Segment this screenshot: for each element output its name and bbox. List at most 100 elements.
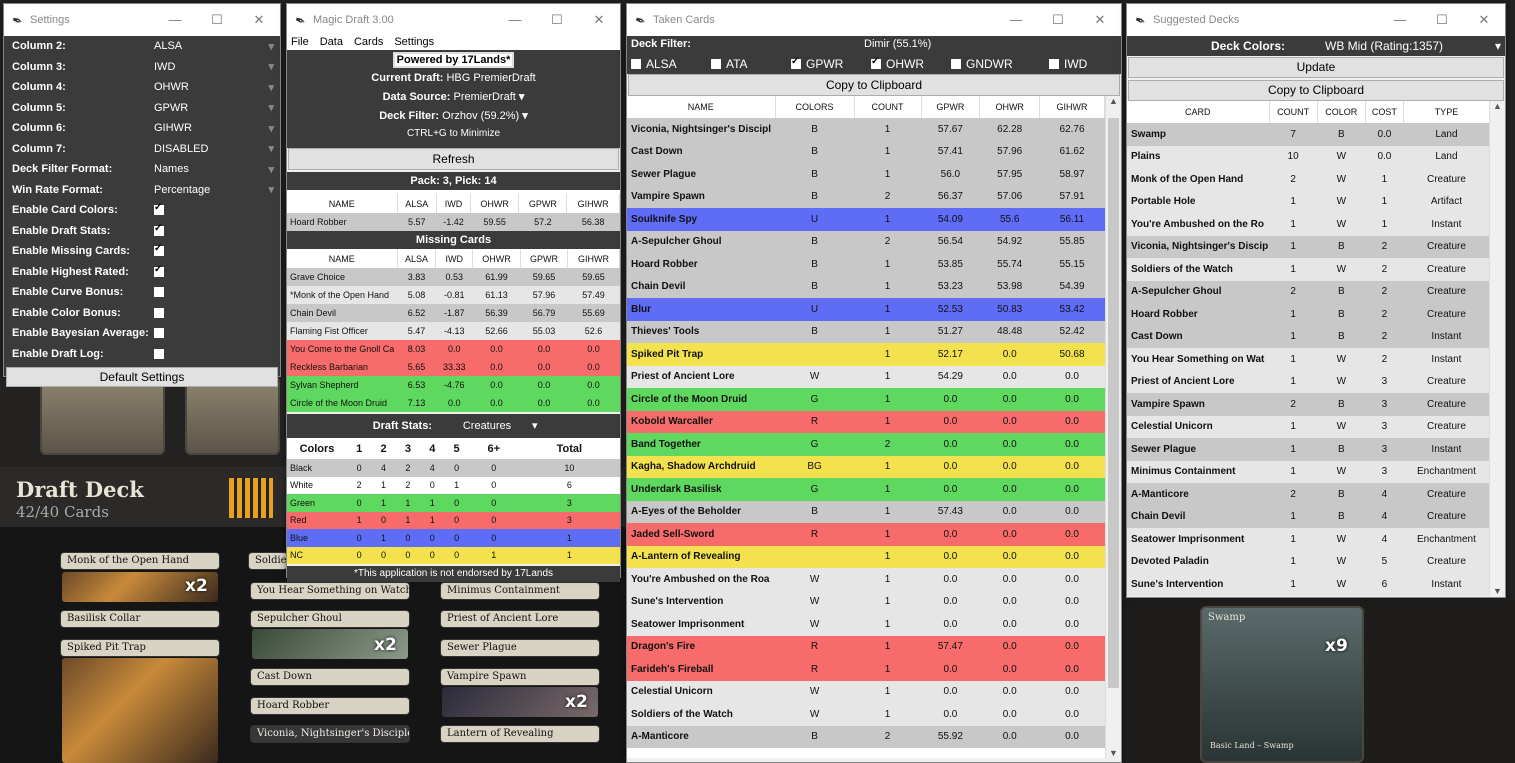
table-row[interactable]: White 2 1 2 0 1 0 6 [287, 476, 620, 494]
deck-card-strip[interactable]: Basilisk Collar [60, 610, 220, 628]
table-row[interactable]: Sune's Intervention 1 W 6 Instant [1127, 573, 1490, 596]
table-row[interactable]: Cast Down B 1 57.41 57.96 61.62 [627, 140, 1105, 163]
table-row[interactable]: Farideh's Fireball R 1 0.0 0.0 0.0 [627, 658, 1105, 681]
toggle-checkbox[interactable] [1049, 59, 1059, 69]
table-row[interactable]: Priest of Ancient Lore 1 W 3 Creature [1127, 370, 1490, 393]
column-header[interactable]: ALSA [397, 194, 438, 213]
deck-card-strip[interactable]: Hoard Robber [250, 697, 410, 715]
deck-card-strip[interactable]: Viconia, Nightsinger's Disciple [250, 725, 410, 743]
deck-card-strip[interactable]: Spiked Pit Trap [60, 639, 220, 657]
table-row[interactable]: Spiked Pit Trap 1 52.17 0.0 50.68 [627, 343, 1105, 366]
table-row[interactable]: You Hear Something on Wat 1 W 2 Instant [1127, 348, 1490, 371]
setting-select[interactable]: Percentage [154, 184, 268, 196]
scrollbar[interactable]: ▲ ▼ [1105, 96, 1121, 758]
table-row[interactable]: Hoard Robber B 1 53.85 55.74 55.15 [627, 253, 1105, 276]
column-header[interactable]: IWD [435, 249, 474, 268]
scroll-up-icon[interactable]: ▲ [1490, 101, 1505, 111]
table-row[interactable]: Band Together G 2 0.0 0.0 0.0 [627, 433, 1105, 456]
setting-checkbox[interactable] [154, 243, 164, 257]
column-header[interactable]: IWD [436, 194, 471, 213]
column-header[interactable]: COST [1365, 101, 1404, 123]
setting-checkbox[interactable] [154, 202, 164, 216]
column-header[interactable]: OHWR [979, 96, 1041, 118]
column-header[interactable]: 3 [395, 438, 421, 459]
column-header[interactable]: 2 [371, 438, 396, 459]
table-row[interactable]: Kobold Warcaller R 1 0.0 0.0 0.0 [627, 410, 1105, 433]
table-row[interactable]: Red 1 0 1 1 0 0 3 [287, 511, 620, 529]
taken-deck-filter-select[interactable]: Dimir (55.1%) [864, 38, 931, 50]
menu-cards[interactable]: Cards [354, 36, 383, 50]
toggle-checkbox[interactable] [631, 59, 641, 69]
deck-card-strip[interactable]: Monk of the Open Hand [60, 552, 220, 570]
table-row[interactable]: Hoard Robber 5.57 -1.42 59.55 57.2 56.38 [287, 213, 620, 231]
menu-data[interactable]: Data [320, 36, 343, 50]
deck-card-strip[interactable]: Soldiers [248, 552, 288, 570]
table-row[interactable]: A-Sepulcher Ghoul 2 B 2 Creature [1127, 280, 1490, 303]
column-header[interactable]: COUNT [854, 96, 922, 118]
table-row[interactable]: A-Sepulcher Ghoul B 2 56.54 54.92 55.85 [627, 230, 1105, 253]
table-row[interactable]: You're Ambushed on the Roa W 1 0.0 0.0 0.0 [627, 568, 1105, 591]
table-row[interactable]: Grave Choice 3.83 0.53 61.99 59.65 59.65 [287, 268, 620, 286]
table-row[interactable]: Thieves' Tools B 1 51.27 48.48 52.42 [627, 320, 1105, 343]
setting-checkbox[interactable] [154, 348, 164, 359]
table-row[interactable]: Kagha, Shadow Archdruid BG 1 0.0 0.0 0.0 [627, 455, 1105, 478]
setting-select[interactable]: ALSA [154, 40, 268, 52]
table-row[interactable]: A-Eyes of the Beholder B 1 57.43 0.0 0.0 [627, 500, 1105, 523]
column-header[interactable]: COLORS [775, 96, 855, 118]
table-row[interactable]: Soldiers of the Watch 1 W 2 Creature [1127, 258, 1490, 281]
table-row[interactable]: Vampire Spawn 2 B 3 Creature [1127, 393, 1490, 416]
table-row[interactable]: Celestial Unicorn W 1 0.0 0.0 0.0 [627, 680, 1105, 703]
deck-card-strip[interactable]: Priest of Ancient Lore [440, 610, 600, 628]
column-toggle[interactable]: OHWR [871, 56, 951, 71]
column-header[interactable]: NAME [627, 96, 776, 118]
table-row[interactable]: Monk of the Open Hand 2 W 1 Creature [1127, 168, 1490, 191]
swamp-card[interactable] [1200, 606, 1364, 763]
setting-select[interactable]: Names [154, 163, 268, 175]
toggle-checkbox[interactable] [711, 59, 721, 69]
table-row[interactable]: Plains 10 W 0.0 Land [1127, 145, 1490, 168]
column-toggle[interactable]: ATA [711, 57, 791, 71]
deck-card-strip[interactable]: Cast Down [250, 668, 410, 686]
suggested-titlebar[interactable]: ✒ Suggested Decks — ☐ ✕ [1127, 4, 1505, 36]
column-header[interactable]: NAME [287, 194, 398, 213]
table-row[interactable]: Circle of the Moon Druid 7.13 0.0 0.0 0.0 0.0 [287, 394, 620, 412]
scrollbar[interactable]: ▲ ▼ [1489, 101, 1505, 596]
table-row[interactable]: Chain Devil 1 B 4 Creature [1127, 505, 1490, 528]
table-row[interactable]: Blur U 1 52.53 50.83 53.42 [627, 298, 1105, 321]
deck-card-strip[interactable]: Sewer Plague [440, 639, 600, 657]
table-row[interactable]: Celestial Unicorn 1 W 3 Creature [1127, 415, 1490, 438]
column-header[interactable]: Total [518, 438, 620, 459]
close-icon[interactable]: ✕ [1463, 4, 1505, 36]
table-row[interactable]: NC 0 0 0 0 0 1 1 [287, 546, 620, 564]
column-header[interactable]: TYPE [1403, 101, 1491, 123]
column-header[interactable]: 6+ [468, 438, 519, 459]
table-row[interactable]: Minimus Containment 1 W 3 Enchantment [1127, 460, 1490, 483]
column-header[interactable]: COLOR [1317, 101, 1366, 123]
setting-checkbox[interactable] [154, 223, 164, 236]
setting-select[interactable]: GPWR [154, 102, 268, 114]
table-row[interactable]: You Come to the Gnoll Ca 8.03 0.0 0.0 0.0 0.0 [287, 340, 620, 358]
table-row[interactable]: Seatower Imprisonment 1 W 4 Enchantment [1127, 528, 1490, 551]
column-header[interactable]: OHWR [470, 194, 520, 213]
data-source-select[interactable]: PremierDraft [453, 91, 515, 103]
column-header[interactable]: GIHWR [1039, 96, 1105, 118]
table-row[interactable]: Viconia, Nightsinger's Discip 1 B 2 Creature [1127, 235, 1490, 258]
close-icon[interactable]: ✕ [578, 4, 620, 36]
table-row[interactable]: You're Ambushed on the Ro 1 W 1 Instant [1127, 213, 1490, 236]
table-row[interactable]: Jaded Sell-Sword R 1 0.0 0.0 0.0 [627, 523, 1105, 546]
deck-card-strip[interactable]: You Hear Something on Watch [250, 582, 410, 600]
setting-select[interactable]: OHWR [154, 81, 268, 93]
table-row[interactable]: Flaming Fist Officer 5.47 -4.13 52.66 55.03 5… [287, 322, 620, 340]
column-header[interactable]: GPWR [921, 96, 981, 118]
table-row[interactable]: A-Manticore 2 B 4 Creature [1127, 483, 1490, 506]
deck-colors-select[interactable]: WB Mid (Rating:1357) [1325, 39, 1443, 53]
table-row[interactable]: Green 0 1 1 1 0 0 3 [287, 494, 620, 512]
column-header[interactable]: Colors [287, 438, 347, 459]
column-header[interactable]: GPWR [518, 194, 568, 213]
taken-titlebar[interactable]: ✒ Taken Cards — ☐ ✕ [627, 4, 1121, 36]
scroll-thumb[interactable] [1108, 118, 1119, 688]
deck-card-strip[interactable]: Sepulcher Ghoul [250, 610, 410, 628]
table-row[interactable]: Reckless Barbarian 5.65 33.33 0.0 0.0 0.0 [287, 358, 620, 376]
close-icon[interactable]: ✕ [1079, 4, 1121, 36]
table-row[interactable]: Circle of the Moon Druid G 1 0.0 0.0 0.0 [627, 388, 1105, 411]
